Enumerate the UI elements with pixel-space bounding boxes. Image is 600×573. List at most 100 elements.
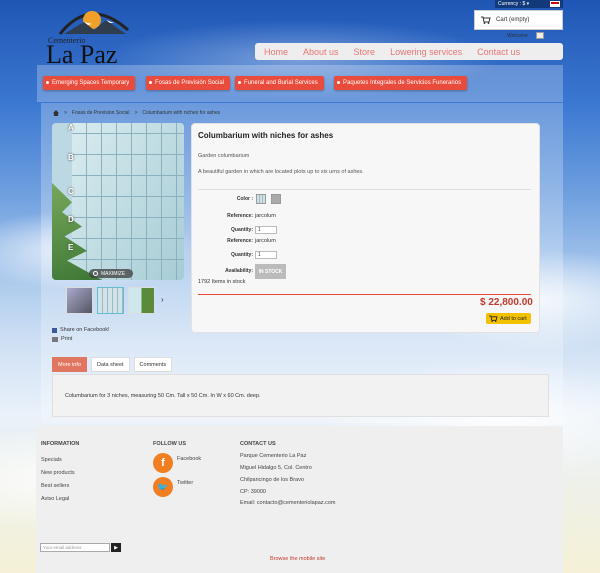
row-label: C <box>68 187 74 196</box>
nav-about-us[interactable]: About us <box>303 47 339 57</box>
row-label: B <box>68 153 74 162</box>
share-facebook-link[interactable]: Share on Facebook! <box>52 327 110 333</box>
footer-twitter-link[interactable]: 🐦 Twitter <box>153 477 193 497</box>
footer-information-title: INFORMATION <box>41 441 80 447</box>
flag-icon[interactable] <box>550 1 560 7</box>
category-fosas-prevision[interactable]: Fosas de Previsión Social <box>146 76 231 90</box>
zoom-icon <box>93 271 98 276</box>
reference-value: jarcolum <box>255 213 276 219</box>
quantity-input[interactable]: 1 <box>255 226 277 234</box>
nav-contact-us[interactable]: Contact us <box>477 47 520 57</box>
contact-line: Miguel Hidalgo 5, Col. Centro <box>240 465 312 471</box>
facebook-icon <box>52 327 57 333</box>
category-paquetes-integrales[interactable]: Paquetes Integrales de Servicios Funerar… <box>334 76 468 90</box>
thumbnail-next-arrow-icon[interactable]: › <box>161 295 164 304</box>
cart-icon <box>489 315 498 322</box>
tab-content-text: Columbarium for 3 niches, measuring 50 C… <box>65 393 261 399</box>
product-short-description: Garden columbarium <box>198 153 250 159</box>
nav-home[interactable]: Home <box>264 47 288 57</box>
newsletter-input[interactable]: Your email address <box>40 543 110 552</box>
product-thumbnail-1[interactable] <box>66 287 93 314</box>
color-swatch-2[interactable] <box>271 194 281 204</box>
cart-label: Cart (empty) <box>496 17 530 23</box>
printer-icon <box>52 336 58 342</box>
maximize-label: MAXIMIZE <box>101 270 126 277</box>
main-navigation: Home About us Store Lowering services Co… <box>255 43 563 60</box>
footer-link-new-products[interactable]: New products <box>41 470 75 476</box>
quantity-row-1: Quantity: 1 <box>193 226 277 234</box>
currency-label: Currency : $ <box>498 1 526 7</box>
row-label: A <box>68 123 74 132</box>
tab-data-sheet[interactable]: Data sheet <box>90 357 130 372</box>
reference-label: Reference: <box>227 238 253 244</box>
contact-email[interactable]: Email: contacto@cementeriolapaz.com <box>240 500 335 506</box>
mobile-site-link[interactable]: Browse the mobile site <box>270 556 325 562</box>
twitter-label: Twitter <box>177 480 194 486</box>
nav-lowering-services[interactable]: Lowering services <box>390 47 462 57</box>
product-main-image[interactable]: A B C D E MAXIMIZE <box>52 123 184 280</box>
nav-store[interactable]: Store <box>354 47 376 57</box>
row-label: E <box>68 243 74 252</box>
footer-link-aviso-legal[interactable]: Aviso Legal <box>41 496 69 502</box>
quantity-label: Quantity: <box>231 227 253 233</box>
color-row: Color : <box>193 194 281 204</box>
availability-label: Availability: <box>225 268 253 274</box>
contact-line: Chilpancingo de los Bravo <box>240 477 304 483</box>
availability-badge: IN STOCK <box>255 264 286 279</box>
columbarium-niches-image <box>72 123 184 280</box>
cart-icon <box>481 16 491 24</box>
newsletter-submit-button[interactable]: ▶ <box>111 543 121 552</box>
site-logo[interactable]: Cementerio La Paz <box>40 4 140 68</box>
items-in-stock: 1792 Items in stock <box>198 279 246 285</box>
footer-link-specials[interactable]: Specials <box>41 457 62 463</box>
quantity-input[interactable]: 1 <box>255 251 277 259</box>
cart-block[interactable]: Cart (empty) <box>474 10 563 30</box>
currency-selector[interactable]: Currency : $ ▾ <box>498 1 529 7</box>
breadcrumb: > Fosas de Prevision Social > Columbariu… <box>53 110 220 116</box>
add-to-cart-button[interactable]: Add to cart <box>486 313 531 324</box>
color-label: Color : <box>236 196 253 202</box>
facebook-label: Facebook <box>177 456 202 462</box>
product-thumbnail-2[interactable] <box>97 287 124 314</box>
row-label: D <box>68 215 74 224</box>
facebook-icon: f <box>153 453 173 473</box>
reference-label: Reference: <box>227 213 253 219</box>
breadcrumb-separator: > <box>134 110 138 116</box>
product-thumbnail-3[interactable] <box>128 287 155 314</box>
category-funeral-burial[interactable]: Funeral and Burial Services <box>235 76 324 90</box>
footer-facebook-link[interactable]: f Facebook <box>153 453 201 473</box>
quantity-label: Quantity: <box>231 252 253 258</box>
breadcrumb-parent[interactable]: Fosas de Prevision Social <box>72 110 130 116</box>
category-emerging-spaces[interactable]: Emerging Spaces Temporary <box>43 76 136 90</box>
reference-value: jarcolum <box>255 238 276 244</box>
breadcrumb-separator: > <box>64 110 67 116</box>
user-icon[interactable] <box>536 32 544 39</box>
color-swatch-1[interactable] <box>256 194 266 204</box>
print-label: Print <box>61 336 73 342</box>
tab-more-info[interactable]: More info <box>52 357 87 372</box>
currency-language-bar: Currency : $ ▾ <box>495 0 563 8</box>
home-icon[interactable] <box>53 110 59 116</box>
currency-dropdown-icon: ▾ <box>526 1 530 7</box>
footer-follow-title: FOLLOW US <box>153 441 186 447</box>
footer-contact-title: CONTACT US <box>240 441 276 447</box>
quantity-row-2: Quantity: 1 <box>193 251 277 259</box>
tab-comments[interactable]: Comments <box>133 357 173 372</box>
reference-row-2: Reference: jarcolum <box>193 238 276 244</box>
contact-line: Parque Cementerio La Paz <box>240 453 307 459</box>
price-divider <box>198 294 531 295</box>
add-to-cart-label: Add to cart <box>500 315 527 322</box>
availability-row: Availability: <box>193 268 253 274</box>
twitter-icon: 🐦 <box>153 477 173 497</box>
product-description: A beautiful garden in which are located … <box>198 169 364 175</box>
breadcrumb-current: Columbarium with niches for ashes <box>142 110 221 116</box>
maximize-button[interactable]: MAXIMIZE <box>89 269 133 278</box>
product-price: $ 22,800.00 <box>480 297 533 308</box>
product-title: Columbarium with niches for ashes <box>198 131 334 140</box>
reference-row-1: Reference: jarcolum <box>193 213 276 219</box>
footer-link-best-sellers[interactable]: Best sellers <box>41 483 69 489</box>
product-tabs: More info Data sheet Comments <box>52 357 173 372</box>
welcome-text: Welcome <box>507 33 528 39</box>
mountain-sun-logo-icon <box>58 11 129 35</box>
print-link[interactable]: Print <box>52 336 72 342</box>
